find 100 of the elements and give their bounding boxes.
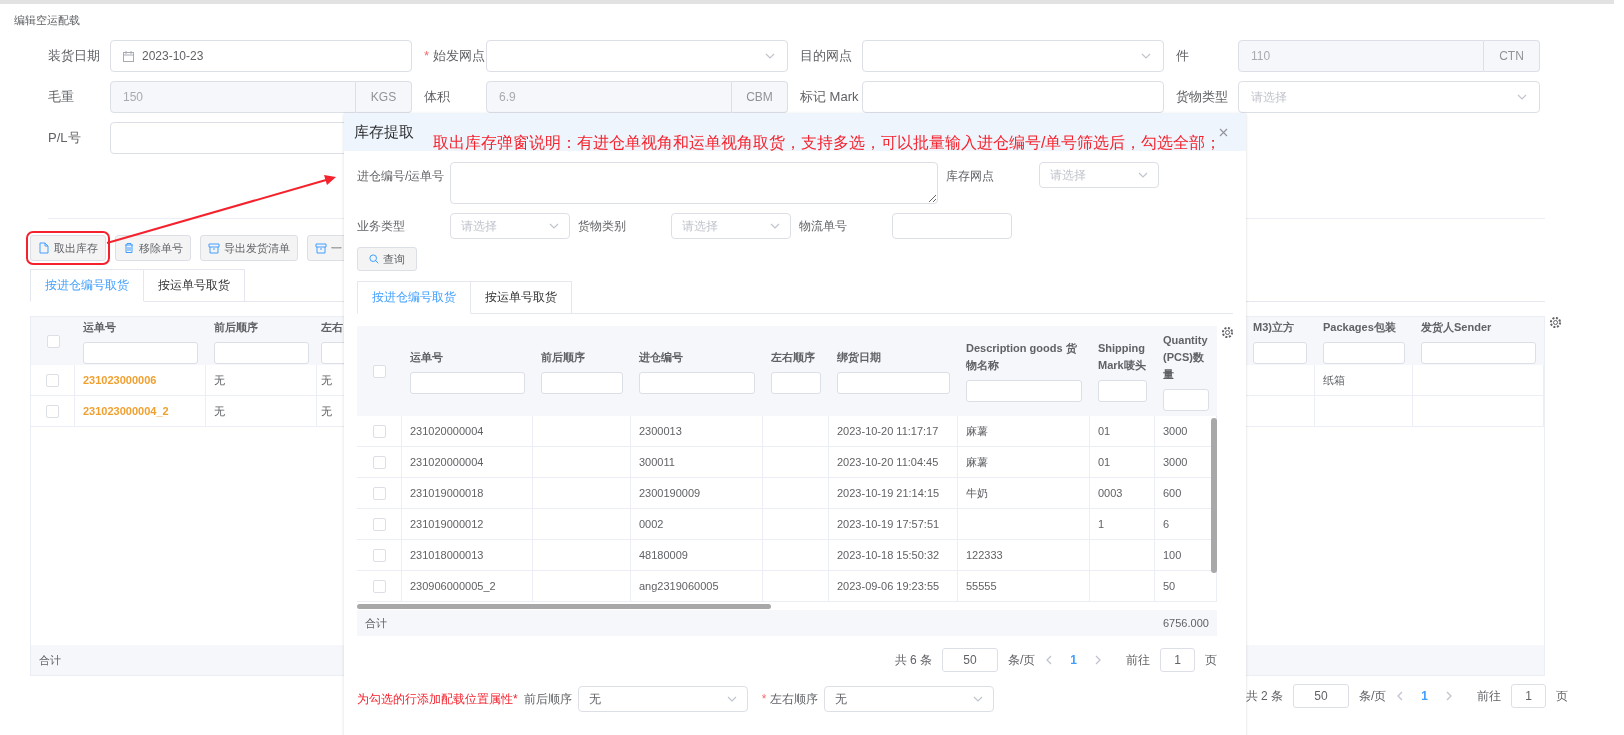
filter-field[interactable] (771, 371, 821, 394)
column-header: 绑货日期 (837, 349, 881, 365)
column-header: 运单号 (410, 349, 443, 365)
unit-label: CTN (1484, 40, 1540, 72)
table-cell: 无 (206, 365, 317, 396)
previous-page-icon[interactable] (1045, 655, 1053, 665)
page-unit-label: 页 (1205, 651, 1217, 669)
box-icon (208, 242, 220, 254)
table-cell: 01 (1090, 447, 1155, 478)
table-cell: 01 (1090, 416, 1155, 447)
row-checkbox[interactable] (372, 455, 386, 469)
table-cell: 2300013 (631, 416, 763, 447)
select-all-checkbox[interactable] (46, 334, 60, 348)
text-field[interactable] (892, 213, 1012, 239)
text-field[interactable] (862, 81, 1164, 113)
page-size-field[interactable]: 50 (941, 648, 998, 672)
filter-field[interactable] (966, 380, 1082, 402)
row-checkbox[interactable] (372, 517, 386, 531)
row-checkbox[interactable] (46, 373, 59, 387)
row-checkbox[interactable] (372, 486, 386, 500)
column-header: 前后顺序 (214, 319, 258, 335)
table-cell: 50 (1155, 571, 1217, 602)
settings-icon[interactable] (1549, 316, 1562, 329)
row-checkbox[interactable] (46, 404, 59, 418)
instruction-note: 为勾选的行添加配载位置属性* (357, 690, 518, 708)
settings-icon[interactable] (1221, 326, 1234, 339)
total-label: 合计 (364, 615, 388, 631)
toolbar-button[interactable]: 导出发货清单 (200, 235, 298, 261)
table-cell: 55555 (958, 571, 1090, 602)
chevron-down-icon (973, 696, 984, 702)
filter-field[interactable] (410, 371, 525, 394)
table-cell: 麻薯 (958, 416, 1090, 447)
field-label: 标记 Mark (800, 88, 860, 106)
date-field[interactable]: 2023-10-23 (110, 40, 412, 72)
field-label: 物流单号 (799, 217, 848, 235)
column-header: Shipping Mark唛头 (1098, 341, 1147, 373)
filter-field[interactable] (83, 341, 198, 364)
table-cell: 2300190009 (631, 478, 763, 509)
table-cell: 230906000005_2 (402, 571, 533, 602)
toolbar-button[interactable]: 移除单号 (115, 235, 191, 261)
page-size-field[interactable]: 50 (1292, 684, 1349, 708)
row-checkbox[interactable] (372, 579, 386, 593)
table-cell: 2023-10-18 15:50:32 (829, 540, 958, 571)
chevron-down-icon (1138, 172, 1148, 178)
unit-label: CBM (732, 81, 788, 113)
filter-field[interactable] (837, 371, 950, 394)
page-title: 编辑空运配载 (14, 13, 80, 27)
select-field[interactable] (862, 40, 1164, 72)
field-label: 货物类别 (578, 217, 627, 235)
unit-label: KGS (356, 81, 412, 113)
search-icon (369, 254, 379, 264)
table-cell: 0003 (1090, 478, 1155, 509)
select-field[interactable]: 无 (824, 686, 995, 712)
table-cell: 2023-09-06 19:23:55 (829, 571, 958, 602)
chevron-down-icon (549, 223, 559, 229)
filter-field[interactable] (541, 371, 623, 394)
filter-field[interactable] (1421, 341, 1536, 364)
next-page-icon[interactable] (1446, 691, 1453, 701)
page-unit-label: 页 (1556, 687, 1568, 705)
box-icon (315, 242, 327, 254)
page-size-label: 条/页 (1358, 687, 1387, 705)
total-count: 共 6 条 (894, 651, 932, 669)
table-cell: 牛奶 (958, 478, 1090, 509)
field-label: 装货日期 (48, 47, 101, 65)
field-label: 进仓编号/运单号 (357, 168, 442, 185)
previous-page-icon[interactable] (1396, 691, 1404, 701)
text-area[interactable] (450, 162, 938, 204)
goto-page-field[interactable]: 1 (1160, 648, 1195, 672)
close-icon[interactable] (1219, 127, 1228, 137)
filter-field[interactable] (1163, 388, 1209, 411)
column-header: 发货人Sender (1421, 319, 1492, 335)
field-label: * 左右顺序 (761, 690, 819, 708)
filter-field[interactable] (1323, 341, 1405, 364)
vertical-scrollbar[interactable] (1211, 418, 1217, 573)
column-header: 左右 (321, 319, 343, 335)
row-checkbox[interactable] (372, 548, 386, 562)
select-all-checkbox[interactable] (373, 364, 386, 378)
tab[interactable]: 按运单号取货 (471, 281, 572, 314)
row-checkbox[interactable] (372, 424, 386, 438)
horizontal-scrollbar[interactable] (357, 603, 771, 609)
table-cell: 231019000012 (402, 509, 533, 540)
select-field[interactable] (486, 40, 788, 72)
filter-field[interactable] (639, 371, 755, 394)
table-cell: 1 (1090, 509, 1155, 540)
goto-label: 前往 (1126, 651, 1150, 669)
goto-page-field[interactable]: 1 (1511, 684, 1546, 708)
field-label: * 始发网点 (424, 47, 486, 65)
chevron-down-icon (765, 53, 775, 59)
filter-field[interactable] (214, 341, 309, 364)
filter-field[interactable] (1098, 380, 1147, 402)
table-cell: 2023-10-19 17:57:51 (829, 509, 958, 540)
column-header: Description goods 货物名称 (966, 341, 1078, 373)
tab[interactable]: 按运单号取货 (144, 269, 245, 302)
next-page-icon[interactable] (1095, 655, 1102, 665)
field-label: 件 (1176, 47, 1190, 65)
search-button[interactable]: 查询 (357, 247, 417, 271)
filter-field[interactable] (1253, 341, 1307, 364)
table-cell: 0002 (631, 509, 763, 540)
select-field[interactable]: 无 (577, 686, 748, 712)
total-label: 合计 (39, 652, 61, 668)
